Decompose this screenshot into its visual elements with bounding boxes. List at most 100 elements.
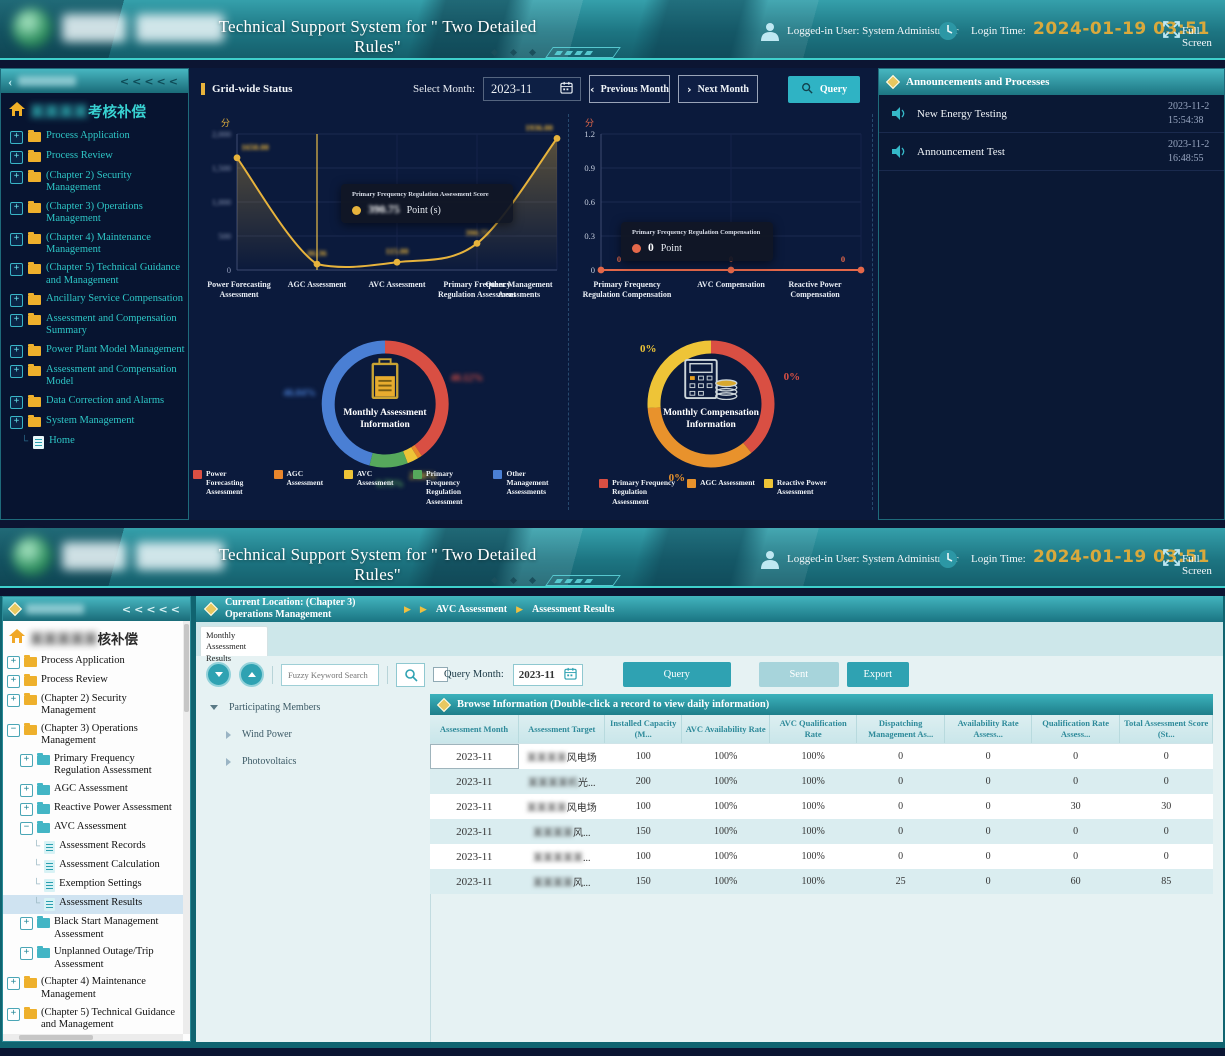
table-row[interactable]: 2023-11某某某某风...150100%100%0000 bbox=[430, 819, 1213, 844]
cell-value[interactable]: 25 bbox=[856, 869, 945, 894]
sidebar-item[interactable]: +(Chapter 4) Maintenance Management bbox=[3, 974, 183, 1004]
cell-value[interactable]: 100% bbox=[770, 794, 856, 819]
cell-value[interactable]: 60 bbox=[1031, 869, 1120, 894]
cell-assessment-target[interactable]: 某某某某某... bbox=[519, 844, 605, 869]
sidebar-header[interactable]: <<<<< bbox=[3, 597, 190, 621]
collapse-arrow-icon[interactable]: ‹ bbox=[8, 75, 12, 88]
tab-monthly-assessment-results[interactable]: Monthly Assessment Results bbox=[200, 626, 268, 656]
expand-plus-icon[interactable]: + bbox=[10, 345, 23, 358]
cell-value[interactable]: 85 bbox=[1120, 869, 1213, 894]
cell-value[interactable]: 100% bbox=[681, 869, 770, 894]
cell-value[interactable]: 0 bbox=[945, 869, 1031, 894]
cell-assessment-month[interactable]: 2023-11 bbox=[430, 819, 519, 844]
next-month-button[interactable]: ›Next Month bbox=[678, 75, 758, 103]
expand-plus-icon[interactable]: + bbox=[10, 416, 23, 429]
fullscreen-label[interactable]: Full Screen bbox=[1182, 553, 1225, 577]
cell-value[interactable]: 100% bbox=[770, 844, 856, 869]
column-header[interactable]: AVC Qualification Rate bbox=[770, 715, 856, 744]
cell-assessment-month[interactable]: 2023-11 bbox=[430, 794, 519, 819]
expand-plus-icon[interactable]: + bbox=[20, 754, 33, 767]
cell-value[interactable]: 100% bbox=[770, 744, 856, 770]
query-button[interactable]: Query bbox=[623, 662, 731, 687]
expand-plus-icon[interactable]: + bbox=[20, 784, 33, 797]
triangle-right-icon[interactable] bbox=[226, 731, 231, 739]
calendar-icon[interactable] bbox=[560, 81, 573, 98]
scrollbar-thumb[interactable] bbox=[184, 624, 189, 712]
cell-value[interactable]: 200 bbox=[605, 769, 681, 794]
fullscreen-icon[interactable] bbox=[1163, 549, 1180, 566]
expand-plus-icon[interactable]: + bbox=[10, 202, 23, 215]
sidebar-item[interactable]: +Process Application bbox=[3, 652, 183, 671]
collapse-chevrons-icon[interactable]: <<<<< bbox=[120, 75, 181, 88]
cell-value[interactable]: 0 bbox=[945, 794, 1031, 819]
cell-assessment-month[interactable]: 2023-11 bbox=[430, 844, 519, 869]
table-row[interactable]: 2023-11某某某某某...100100%100%0000 bbox=[430, 844, 1213, 869]
vertical-scrollbar[interactable] bbox=[183, 621, 190, 1034]
sidebar-item[interactable]: +Assessment and Compensation Summary bbox=[1, 310, 188, 341]
query-month-input[interactable]: 2023-11 bbox=[513, 664, 583, 686]
expand-all-button[interactable] bbox=[239, 662, 264, 687]
cell-value[interactable]: 30 bbox=[1120, 794, 1213, 819]
column-header[interactable]: Availability Rate Assess... bbox=[945, 715, 1031, 744]
cell-value[interactable]: 0 bbox=[1120, 844, 1213, 869]
cell-assessment-month[interactable]: 2023-11 bbox=[430, 869, 519, 894]
expand-plus-icon[interactable]: + bbox=[7, 694, 20, 707]
cell-value[interactable]: 0 bbox=[856, 769, 945, 794]
table-row[interactable]: 2023-11某某某某风电场100100%100%003030 bbox=[430, 794, 1213, 819]
cell-value[interactable]: 0 bbox=[856, 844, 945, 869]
column-header[interactable]: Qualification Rate Assess... bbox=[1031, 715, 1120, 744]
sidebar-item[interactable]: └Assessment Results bbox=[3, 895, 183, 914]
sidebar-item[interactable]: +(Chapter 5) Technical Guidance and Mana… bbox=[1, 259, 188, 290]
cell-value[interactable]: 0 bbox=[856, 744, 945, 770]
column-header[interactable]: Assessment Month bbox=[430, 715, 519, 744]
cell-assessment-target[interactable]: 某某某某风电场 bbox=[519, 794, 605, 819]
sidebar-item[interactable]: └Exemption Settings bbox=[3, 876, 183, 895]
sidebar-item[interactable]: +Black Start Management Assessment bbox=[3, 914, 183, 944]
scrollbar-thumb[interactable] bbox=[19, 1035, 93, 1040]
announcement-item[interactable]: Announcement Test2023-11-216:48:55 bbox=[879, 133, 1224, 171]
table-row[interactable]: 2023-11某某某某风...150100%100%2506085 bbox=[430, 869, 1213, 894]
cell-value[interactable]: 150 bbox=[605, 869, 681, 894]
cell-value[interactable]: 100% bbox=[681, 794, 770, 819]
cell-value[interactable]: 0 bbox=[856, 794, 945, 819]
sidebar-item[interactable]: +Data Correction and Alarms bbox=[1, 392, 188, 412]
sidebar-item[interactable]: +(Chapter 3) Operations Management bbox=[1, 198, 188, 229]
query-button[interactable]: Query bbox=[788, 76, 860, 103]
cell-assessment-target[interactable]: 某某某某风... bbox=[519, 869, 605, 894]
sidebar-item[interactable]: +Process Application bbox=[1, 127, 188, 147]
sidebar-item[interactable]: +System Management bbox=[1, 412, 188, 432]
cell-value[interactable]: 150 bbox=[605, 819, 681, 844]
table-row[interactable]: 2023-11某某某某机光...200100%100%0000 bbox=[430, 769, 1213, 794]
column-header[interactable]: Assessment Target bbox=[519, 715, 605, 744]
breadcrumb-item[interactable]: AVC Assessment bbox=[436, 604, 507, 615]
cell-value[interactable]: 100% bbox=[770, 769, 856, 794]
cell-value[interactable]: 0 bbox=[1120, 744, 1213, 770]
collapse-chevrons-icon[interactable]: <<<<< bbox=[122, 603, 183, 616]
cell-value[interactable]: 0 bbox=[1120, 769, 1213, 794]
cell-value[interactable]: 0 bbox=[945, 744, 1031, 770]
collapse-all-button[interactable] bbox=[206, 662, 231, 687]
tree-root[interactable]: 某某某某考核补偿 bbox=[1, 93, 188, 127]
sidebar-item[interactable]: +Process Review bbox=[3, 671, 183, 690]
column-header[interactable]: Installed Capacity (M... bbox=[605, 715, 681, 744]
table-row[interactable]: 2023-11某某某某风电场100100%100%0000 bbox=[430, 744, 1213, 770]
calendar-icon[interactable] bbox=[564, 667, 577, 683]
expand-minus-icon[interactable]: − bbox=[20, 822, 33, 835]
cell-value[interactable]: 0 bbox=[1031, 819, 1120, 844]
cell-value[interactable]: 0 bbox=[1031, 844, 1120, 869]
sidebar-header[interactable]: ‹ <<<<< bbox=[1, 69, 188, 93]
fullscreen-icon[interactable] bbox=[1163, 21, 1180, 38]
expand-minus-icon[interactable]: − bbox=[7, 724, 20, 737]
tree-root[interactable]: 某某某某某核补偿 bbox=[3, 621, 183, 652]
cell-value[interactable]: 100% bbox=[681, 769, 770, 794]
column-header[interactable]: Total Assessment Score (St... bbox=[1120, 715, 1213, 744]
cell-value[interactable]: 0 bbox=[1031, 744, 1120, 770]
expand-plus-icon[interactable]: + bbox=[7, 675, 20, 688]
sidebar-item[interactable]: +Ancillary Service Compensation bbox=[1, 290, 188, 310]
breadcrumb-item[interactable]: Assessment Results bbox=[532, 604, 615, 615]
column-header[interactable]: AVC Availability Rate bbox=[681, 715, 770, 744]
expand-plus-icon[interactable]: + bbox=[20, 917, 33, 930]
sidebar-item[interactable]: └Assessment Calculation bbox=[3, 857, 183, 876]
search-input[interactable] bbox=[281, 664, 379, 686]
sent-button[interactable]: Sent bbox=[759, 662, 839, 687]
